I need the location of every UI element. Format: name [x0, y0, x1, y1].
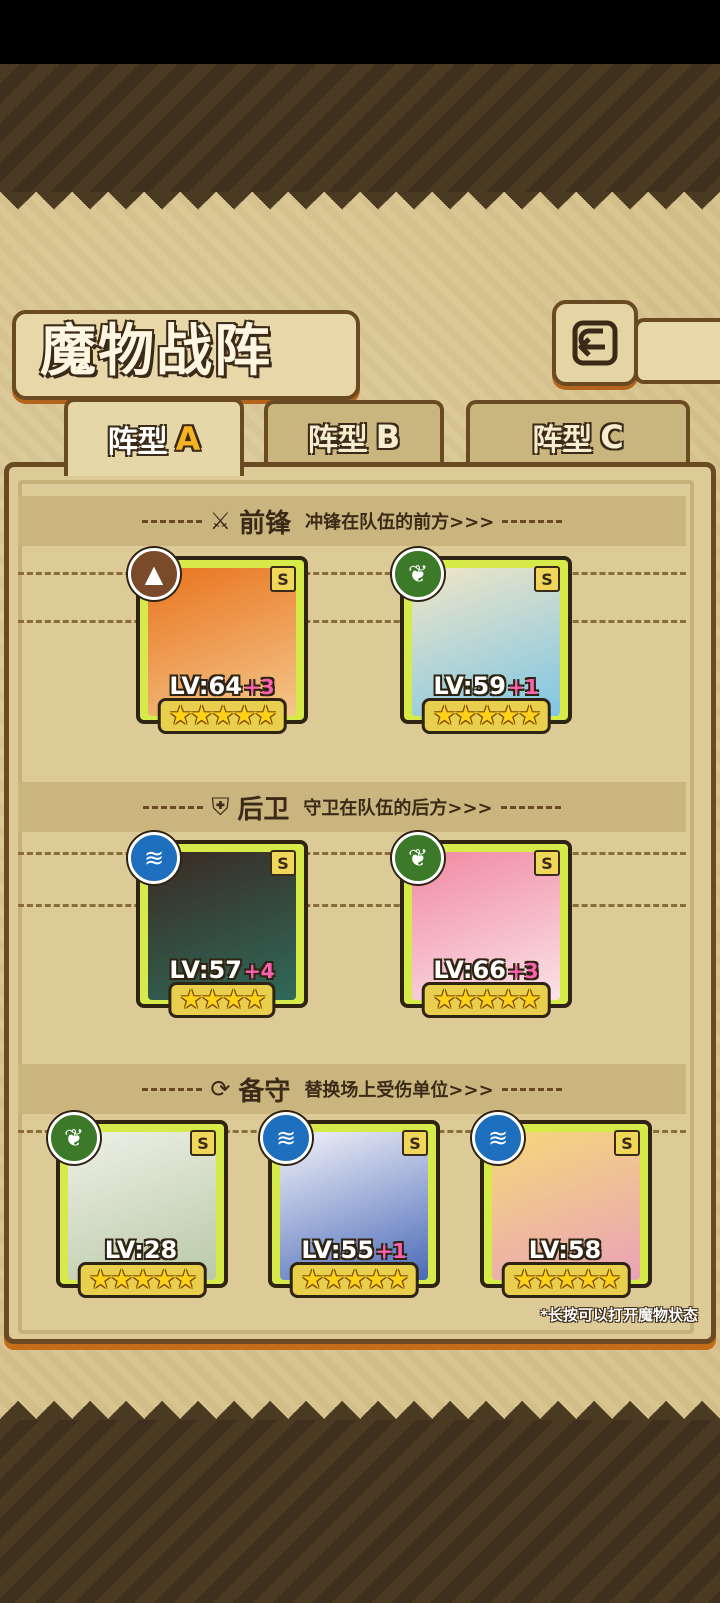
monster-card[interactable]: S LV:66 +3 ❦ ★★★★★	[392, 832, 572, 1018]
tab-formation-c[interactable]: 阵型 C	[466, 400, 690, 470]
monster-card[interactable]: S LV:28 ❦ ★★★★★	[48, 1112, 228, 1298]
level-label: LV:64 +3	[140, 672, 304, 700]
level-bonus: +1	[375, 1239, 407, 1263]
star-rating: ★★★★★	[157, 698, 287, 734]
mountain-icon: ▲	[128, 548, 180, 600]
star-rating: ★★★★★	[421, 698, 551, 734]
leaf-icon: ❦	[392, 548, 444, 600]
status-bar	[0, 0, 720, 64]
swap-icon: ⟳	[210, 1075, 231, 1103]
map-background-bottom	[0, 1420, 720, 1603]
water-waves-icon: ≋	[128, 832, 180, 884]
tab-letter: C	[600, 418, 624, 456]
section-header-reserve: ⟳ 备守 替换场上受伤单位>>>	[18, 1064, 686, 1114]
rank-badge: S	[190, 1130, 216, 1156]
section-subtitle: 冲锋在队伍的前方>>>	[305, 512, 495, 533]
tab-label: 阵型	[532, 423, 593, 458]
back-button[interactable]	[552, 300, 638, 386]
header-rail	[634, 318, 720, 384]
lane-divider	[18, 852, 686, 855]
star-rating: ★★★★	[168, 982, 276, 1018]
lane-divider	[18, 620, 686, 623]
level-label: LV:57 +4	[140, 956, 304, 984]
level-value: LV:64	[169, 672, 242, 700]
level-bonus: +3	[507, 959, 539, 983]
water-waves-icon: ≋	[472, 1112, 524, 1164]
tab-letter: B	[375, 418, 401, 456]
section-title: 后卫	[237, 794, 290, 825]
level-value: LV:59	[433, 672, 506, 700]
section-subtitle: 守卫在队伍的后方>>>	[303, 798, 493, 819]
level-value: LV:55	[301, 1236, 374, 1264]
torn-edge-top	[0, 192, 720, 226]
level-value: LV:28	[104, 1236, 178, 1264]
level-label: LV:66 +3	[404, 956, 568, 984]
level-bonus: +1	[507, 675, 539, 699]
tab-label: 阵型	[307, 423, 368, 458]
section-title: 前锋	[239, 508, 292, 539]
page-title: 魔物战阵	[40, 318, 272, 384]
star-rating: ★★★★★	[421, 982, 551, 1018]
rank-badge: S	[614, 1130, 640, 1156]
star-rating: ★★★★★	[77, 1262, 207, 1298]
monster-card[interactable]: S LV:58 ≋ ★★★★★	[472, 1112, 652, 1298]
level-label: LV:58	[484, 1236, 648, 1264]
rank-badge: S	[270, 850, 296, 876]
shield-icon: ⛨	[211, 793, 230, 821]
monster-card[interactable]: S LV:64 +3 ▲ ★★★★★	[128, 548, 308, 734]
star-rating: ★★★★★	[289, 1262, 419, 1298]
torn-edge-bottom	[0, 1380, 720, 1420]
level-label: LV:55 +1	[272, 1236, 436, 1264]
rank-badge: S	[270, 566, 296, 592]
sword-icon: ⚔	[209, 507, 232, 535]
lane-divider	[18, 904, 686, 907]
tab-formation-a[interactable]: 阵型 A	[64, 398, 244, 476]
level-value: LV:66	[433, 956, 506, 984]
section-header-rear: ⛨ 后卫 守卫在队伍的后方>>>	[18, 782, 686, 832]
water-waves-icon: ≋	[260, 1112, 312, 1164]
footnote-hint: *长按可以打开魔物状态	[540, 1306, 698, 1324]
leaf-icon: ❦	[392, 832, 444, 884]
rank-badge: S	[534, 566, 560, 592]
leaf-icon: ❦	[48, 1112, 100, 1164]
tab-letter: A	[175, 420, 201, 458]
level-bonus: +3	[243, 675, 275, 699]
level-value: LV:58	[528, 1236, 602, 1264]
section-title: 备守	[238, 1076, 291, 1107]
monster-card[interactable]: S LV:57 +4 ≋ ★★★★	[128, 832, 308, 1018]
lane-divider	[18, 572, 686, 575]
tab-formation-b[interactable]: 阵型 B	[264, 400, 444, 470]
level-label: LV:59 +1	[404, 672, 568, 700]
section-header-front: ⚔ 前锋 冲锋在队伍的前方>>>	[18, 496, 686, 546]
back-arrow-icon	[572, 320, 618, 366]
level-bonus: +4	[243, 959, 275, 983]
rank-badge: S	[534, 850, 560, 876]
map-background-top	[0, 64, 720, 194]
rank-badge: S	[402, 1130, 428, 1156]
tab-label: 阵型	[107, 425, 168, 460]
monster-card[interactable]: S LV:59 +1 ❦ ★★★★★	[392, 548, 572, 734]
star-rating: ★★★★★	[501, 1262, 631, 1298]
monster-card[interactable]: S LV:55 +1 ≋ ★★★★★	[260, 1112, 440, 1298]
level-value: LV:57	[169, 956, 242, 984]
level-label: LV:28	[60, 1236, 224, 1264]
section-subtitle: 替换场上受伤单位>>>	[304, 1080, 494, 1101]
